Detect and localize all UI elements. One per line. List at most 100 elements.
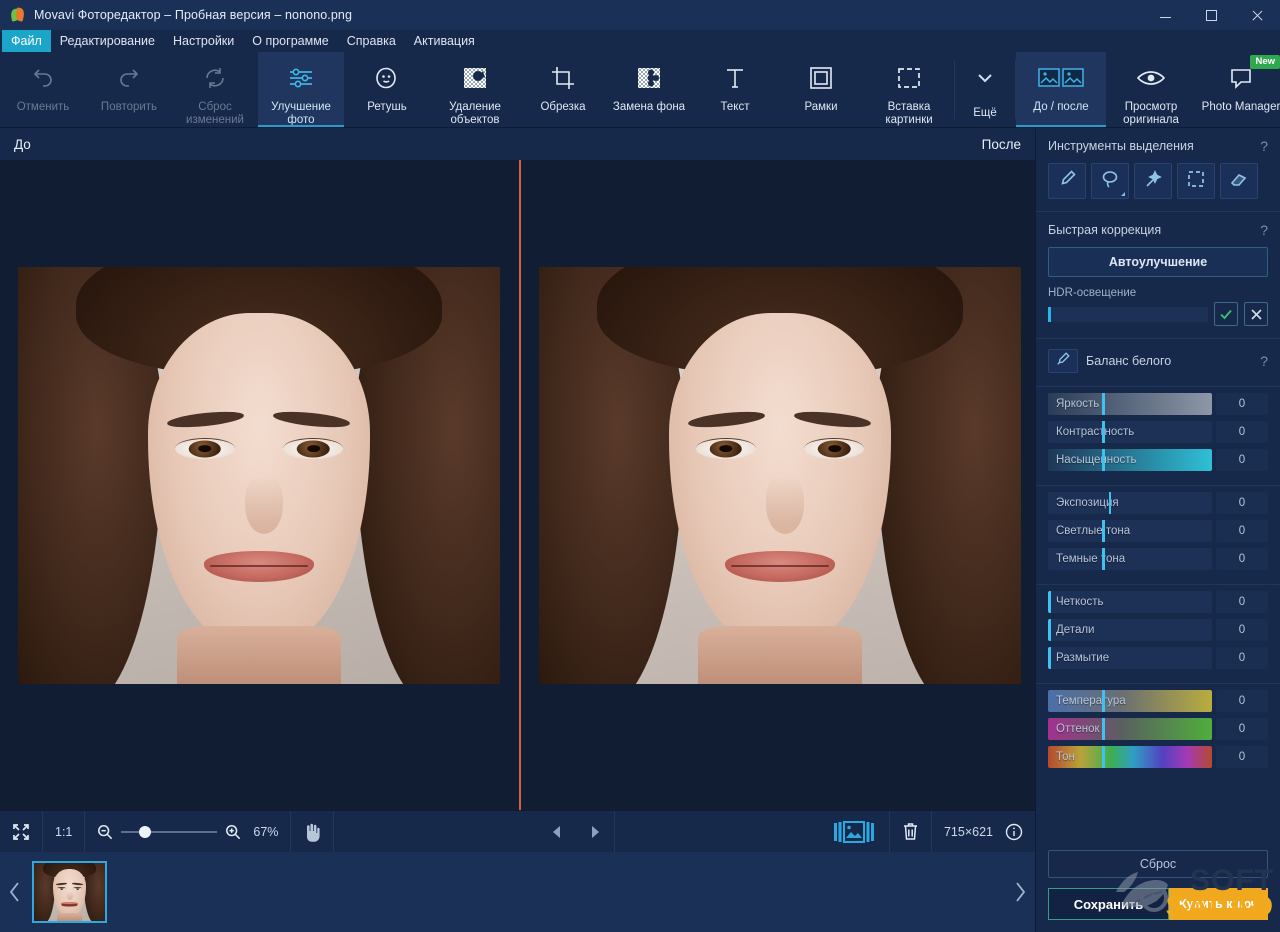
blur-slider[interactable]: Размытие (1048, 647, 1212, 669)
hdr-slider[interactable] (1048, 307, 1208, 322)
tint-slider[interactable]: Оттенок (1048, 718, 1212, 740)
contrast-slider[interactable]: Контрастность (1048, 421, 1212, 443)
tool-object-removal[interactable]: Удаление объектов (430, 52, 520, 127)
previous-image-button[interactable] (538, 811, 576, 852)
menu-item-settings[interactable]: Настройки (164, 30, 243, 52)
dropdown-corner-icon (1121, 192, 1125, 196)
filmstrip-toggle-button[interactable] (819, 811, 890, 852)
temperature-value[interactable]: 0 (1216, 690, 1268, 712)
contrast-value[interactable]: 0 (1216, 421, 1268, 443)
tool-redo[interactable]: Повторить (86, 52, 172, 127)
tool-label: Повторить (99, 101, 159, 114)
filmstrip-prev-button[interactable] (0, 852, 30, 932)
compare-split-handle[interactable] (519, 160, 521, 810)
hue-value[interactable]: 0 (1216, 746, 1268, 768)
tint-value[interactable]: 0 (1216, 718, 1268, 740)
highlights-value[interactable]: 0 (1216, 520, 1268, 542)
selection-tool-group (1048, 163, 1268, 199)
sliders-group-color: Температура 0 Оттенок 0 (1036, 683, 1280, 782)
zoom-in-icon[interactable] (225, 824, 241, 840)
eyedropper-icon (1055, 351, 1071, 372)
exposure-value[interactable]: 0 (1216, 492, 1268, 514)
next-image-button[interactable] (576, 811, 615, 852)
compare-label-bar: До После (0, 128, 1035, 160)
image-info-button[interactable] (1005, 811, 1035, 852)
tool-crop[interactable]: Обрезка (520, 52, 606, 127)
help-icon[interactable]: ? (1260, 138, 1268, 154)
maximize-button[interactable] (1188, 0, 1234, 30)
blur-value[interactable]: 0 (1216, 647, 1268, 669)
save-button[interactable]: Сохранить (1048, 888, 1169, 920)
slider-row: Контрастность 0 (1048, 421, 1268, 443)
delete-image-button[interactable] (890, 811, 932, 852)
exposure-slider[interactable]: Экспозиция (1048, 492, 1212, 514)
shadows-slider[interactable]: Темные тона (1048, 548, 1212, 570)
close-button[interactable] (1234, 0, 1280, 30)
tool-reset-changes[interactable]: Сброс изменений (172, 52, 258, 127)
tool-view-original[interactable]: Просмотр оригинала (1106, 52, 1196, 127)
hand-tool-button[interactable] (291, 811, 334, 852)
eyedropper-button[interactable] (1048, 349, 1078, 373)
menu-item-help[interactable]: Справка (338, 30, 405, 52)
tool-insert-image[interactable]: Вставка картинки (864, 52, 954, 127)
buy-key-button[interactable]: Купить ключ (1169, 888, 1268, 920)
tool-background-change[interactable]: Замена фона (606, 52, 692, 127)
reset-icon (202, 61, 228, 95)
filmstrip-next-button[interactable] (1005, 852, 1035, 932)
tool-frames[interactable]: Рамки (778, 52, 864, 127)
rectangle-select-tool-button[interactable] (1177, 163, 1215, 199)
slider-label: Светлые тона (1056, 520, 1130, 542)
reset-button[interactable]: Сброс (1048, 850, 1268, 878)
canvas-area[interactable] (0, 160, 1035, 810)
tool-text[interactable]: Текст (692, 52, 778, 127)
tool-photo-enhance[interactable]: Улучшение фото (258, 52, 344, 127)
hdr-apply-button[interactable] (1214, 302, 1238, 326)
shadows-value[interactable]: 0 (1216, 548, 1268, 570)
details-value[interactable]: 0 (1216, 619, 1268, 641)
slider-label: Темные тона (1056, 548, 1125, 570)
menu-item-edit[interactable]: Редактирование (51, 30, 164, 52)
help-icon[interactable]: ? (1260, 222, 1268, 238)
brightness-value[interactable]: 0 (1216, 393, 1268, 415)
tool-retouch[interactable]: Ретушь (344, 52, 430, 127)
list-item[interactable] (32, 861, 107, 923)
saturation-value[interactable]: 0 (1216, 449, 1268, 471)
thumbnail-image (34, 863, 105, 921)
lasso-tool-button[interactable] (1091, 163, 1129, 199)
auto-enhance-button[interactable]: Автоулучшение (1048, 247, 1268, 277)
menu-item-file[interactable]: Файл (2, 30, 51, 52)
hue-slider[interactable]: Тон (1048, 746, 1212, 768)
zoom-slider[interactable] (121, 825, 217, 839)
background-change-icon (635, 61, 663, 95)
sharpness-slider[interactable]: Четкость (1048, 591, 1212, 613)
fit-to-screen-button[interactable] (0, 811, 43, 852)
brush-tool-button[interactable] (1048, 163, 1086, 199)
slider-label: Тон (1056, 746, 1075, 768)
magic-wand-tool-button[interactable] (1134, 163, 1172, 199)
sliders-group-exposure: Экспозиция 0 Светлые тона 0 Темные тона (1036, 485, 1280, 584)
details-slider[interactable]: Детали (1048, 619, 1212, 641)
after-label: После (982, 137, 1021, 152)
magic-wand-icon (1143, 169, 1163, 194)
zoom-ratio-button[interactable]: 1:1 (43, 811, 85, 852)
slider-row: Темные тона 0 (1048, 548, 1268, 570)
hdr-cancel-button[interactable] (1244, 302, 1268, 326)
help-icon[interactable]: ? (1260, 353, 1268, 369)
minimize-button[interactable] (1142, 0, 1188, 30)
menu-item-activation[interactable]: Активация (405, 30, 484, 52)
brightness-slider[interactable]: Яркость (1048, 393, 1212, 415)
sharpness-value[interactable]: 0 (1216, 591, 1268, 613)
tool-photo-manager[interactable]: New Photo Manager (1196, 52, 1280, 127)
menu-item-about[interactable]: О программе (243, 30, 337, 52)
tool-undo[interactable]: Отменить (0, 52, 86, 127)
eraser-tool-button[interactable] (1220, 163, 1258, 199)
saturation-slider[interactable]: Насыщенность (1048, 449, 1212, 471)
window-title: Movavi Фоторедактор – Пробная версия – n… (34, 8, 352, 22)
temperature-slider[interactable]: Температура (1048, 690, 1212, 712)
highlights-slider[interactable]: Светлые тона (1048, 520, 1212, 542)
section-title: Инструменты выделения (1048, 139, 1194, 153)
primary-actions: Сохранить Купить ключ (1048, 888, 1268, 920)
tool-before-after[interactable]: До / после (1016, 52, 1106, 127)
zoom-out-icon[interactable] (97, 824, 113, 840)
tool-more[interactable]: Ещё (955, 52, 1015, 127)
